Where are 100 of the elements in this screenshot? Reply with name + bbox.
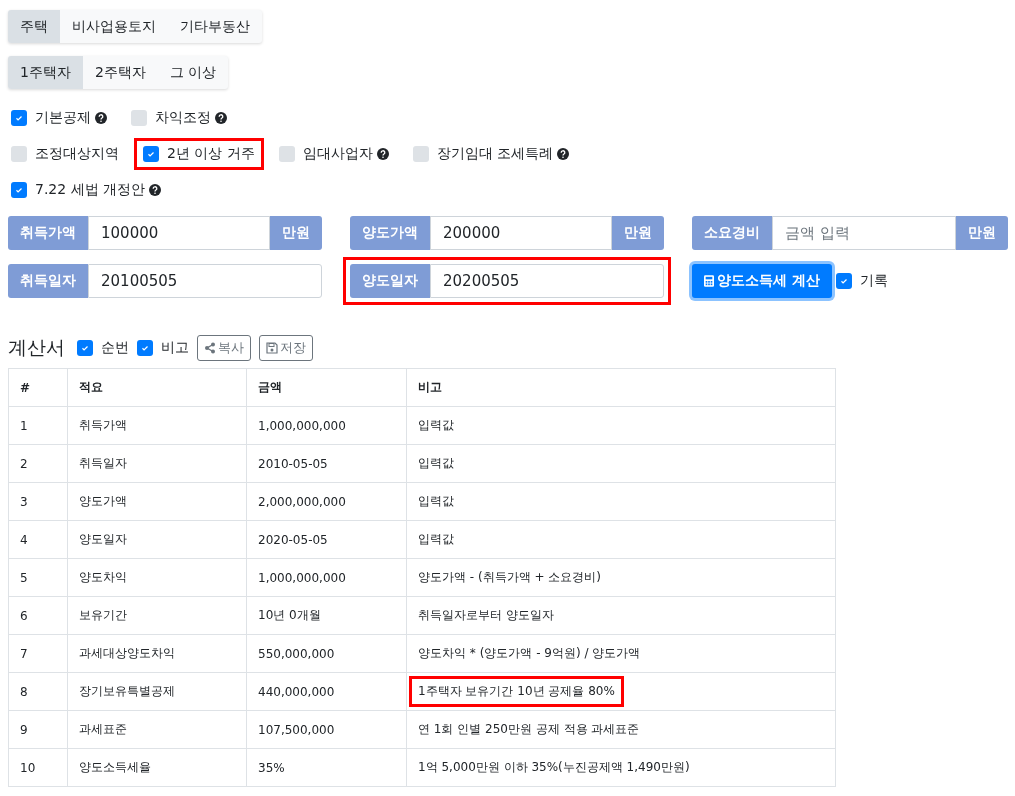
table-cell: 10년 0개월 (246, 596, 407, 635)
checkbox[interactable] (278, 146, 295, 162)
table-cell: 1 (8, 406, 68, 445)
share-icon (204, 342, 216, 354)
column-header: # (8, 368, 68, 407)
tab[interactable]: 2주택자 (82, 56, 158, 89)
table-cell: 입력값 (418, 532, 454, 546)
help-icon[interactable] (376, 148, 389, 160)
table-cell: 440,000,000 (246, 672, 407, 711)
calculate-button[interactable]: 양도소득세 계산 (692, 264, 832, 298)
table-cell: 1,000,000,000 (246, 406, 407, 445)
checkmark-icon (80, 343, 90, 353)
table-cell: 2 (8, 444, 68, 483)
input-field[interactable]: 200000 (430, 216, 612, 250)
checkbox-label: 비고 (161, 339, 189, 357)
checkbox-label: 2년 이상 거주 (167, 145, 255, 163)
table-cell: 입력값 (418, 456, 454, 470)
table-cell: 양도소득세율 (67, 748, 247, 787)
table-cell: 7 (8, 634, 68, 673)
table-cell: 10 (8, 748, 68, 787)
table-cell: 양도가액 (67, 482, 247, 521)
input-field[interactable]: 20200505 (430, 264, 664, 298)
field-label: 소요경비 (692, 216, 772, 250)
checkmark-icon (838, 276, 849, 286)
table-cell: 과세표준 (67, 710, 247, 749)
tab[interactable]: 주택 (8, 10, 60, 43)
calculator-icon (704, 275, 714, 287)
help-icon[interactable] (215, 112, 227, 124)
table-cell: 9 (8, 710, 68, 749)
table-cell: 6 (8, 596, 68, 635)
checkbox[interactable] (143, 146, 159, 162)
table-cell: 장기보유특별공제 (67, 672, 247, 711)
table-cell: 8 (8, 672, 68, 711)
checkbox[interactable] (131, 110, 147, 126)
table-cell: 연 1회 인별 250만원 공제 적용 과세표준 (418, 722, 640, 736)
checkbox[interactable] (137, 340, 153, 356)
table-cell: 4 (8, 520, 68, 559)
table-cell: 양도일자 (67, 520, 247, 559)
column-header: 비고 (406, 368, 836, 407)
checkbox-label: 순번 (101, 339, 129, 357)
table-cell: 양도차익 * (양도가액 - 9억원) / 양도가액 (418, 646, 641, 660)
checkbox-label: 임대사업자 (302, 145, 373, 163)
help-icon[interactable] (557, 148, 570, 160)
checkbox[interactable] (11, 146, 27, 162)
save-button[interactable]: 저장 (259, 335, 313, 361)
tab[interactable]: 그 이상 (157, 56, 229, 89)
help-icon[interactable] (95, 112, 107, 124)
table-cell: 과세대상양도차익 (67, 634, 247, 673)
input-field[interactable]: 금액 입력 (772, 216, 956, 250)
checkbox-label: 기본공제 (35, 109, 91, 127)
checkmark-icon (140, 343, 150, 353)
unit-label: 만원 (956, 216, 1008, 250)
table-cell: 2010-05-05 (246, 444, 407, 483)
column-header: 적요 (67, 368, 247, 407)
table-cell: 입력값 (418, 418, 454, 432)
checkmark-icon (146, 149, 156, 159)
tab[interactable]: 1주택자 (8, 56, 83, 89)
input-field[interactable]: 100000 (88, 216, 270, 250)
table-cell: 107,500,000 (246, 710, 407, 749)
checkbox[interactable] (11, 110, 27, 126)
field-label: 양도일자 (350, 264, 430, 298)
input-field[interactable]: 20100505 (88, 264, 322, 298)
table-cell: 보유기간 (67, 596, 247, 635)
checkbox[interactable] (77, 340, 93, 356)
checkmark-icon (14, 113, 24, 123)
checkbox-label: 장기임대 조세특례 (436, 145, 554, 163)
checkbox-label: 7.22 세법 개정안 (35, 181, 146, 199)
help-icon[interactable] (149, 184, 162, 196)
table-cell: 양도차익 (67, 558, 247, 597)
table-cell: 1억 5,000만원 이하 35%(누진공제액 1,490만원) (418, 760, 690, 774)
checkbox-label: 조정대상지역 (35, 145, 119, 163)
checkmark-icon (14, 185, 24, 195)
checkbox[interactable] (412, 146, 429, 162)
unit-label: 만원 (270, 216, 322, 250)
tab[interactable]: 비사업용토지 (60, 10, 168, 43)
table-cell: 취득일자로부터 양도일자 (418, 608, 554, 622)
column-header: 금액 (246, 368, 407, 407)
checkbox-label: 차익조정 (155, 109, 211, 127)
field-label: 취득가액 (8, 216, 88, 250)
table-cell: 양도가액 - (취득가액 + 소요경비) (418, 570, 601, 584)
section-title: 계산서 (8, 335, 65, 360)
table-cell: 5 (8, 558, 68, 597)
tab[interactable]: 기타부동산 (168, 10, 262, 43)
table-cell: 1,000,000,000 (246, 558, 407, 597)
checkbox[interactable] (11, 182, 27, 198)
table-cell: 550,000,000 (246, 634, 407, 673)
table-cell: 취득일자 (67, 444, 247, 483)
table-cell: 2020-05-05 (246, 520, 407, 559)
unit-label: 만원 (612, 216, 664, 250)
table-cell: 3 (8, 482, 68, 521)
table-cell: 1주택자 보유기간 10년 공제율 80% (409, 676, 624, 707)
field-label: 양도가액 (350, 216, 430, 250)
checkbox-label: 기록 (859, 272, 888, 290)
checkbox[interactable] (835, 273, 852, 289)
table-cell: 35% (246, 748, 407, 787)
copy-button[interactable]: 복사 (197, 335, 251, 361)
table-cell: 입력값 (418, 494, 454, 508)
table-cell: 2,000,000,000 (246, 482, 407, 521)
table-cell: 취득가액 (67, 406, 247, 445)
field-label: 취득일자 (8, 264, 88, 298)
